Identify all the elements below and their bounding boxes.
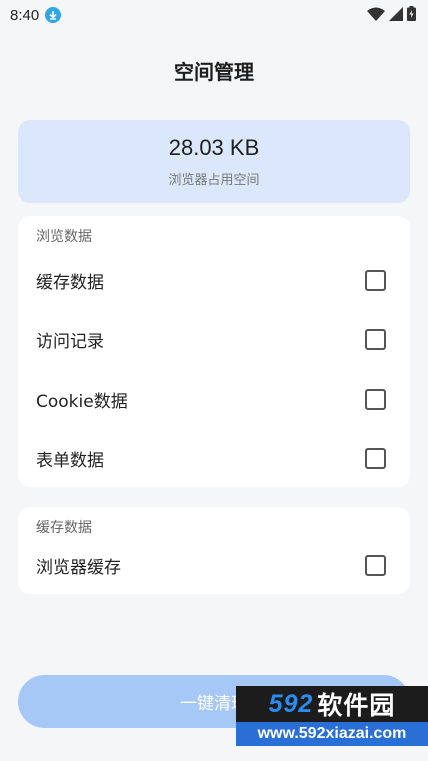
cellular-signal-icon (389, 6, 403, 25)
cache-section-title: 缓存数据 (36, 520, 92, 536)
watermark-url: www.592xiazai.com (236, 722, 428, 746)
cache-data-section: 缓存数据 浏览器缓存 (18, 507, 410, 594)
history-checkbox[interactable] (365, 328, 386, 350)
browse-data-section: 浏览数据 缓存数据 访问记录 Cookie数据 表单数据 (18, 216, 410, 487)
status-bar: 8:40 (0, 0, 428, 30)
storage-summary-card: 28.03 KB 浏览器占用空间 (18, 120, 410, 203)
option-row-cookie[interactable]: Cookie数据 (18, 374, 410, 424)
page-header: 空间管理 (0, 50, 428, 90)
cache-data-checkbox[interactable] (365, 269, 386, 291)
battery-charging-icon (407, 5, 416, 25)
option-row-form-data[interactable]: 表单数据 (18, 433, 410, 483)
option-row-cache-data[interactable]: 缓存数据 (18, 255, 410, 305)
option-row-history[interactable]: 访问记录 (18, 314, 410, 364)
download-arrow-icon (45, 7, 62, 23)
cookie-checkbox[interactable] (365, 388, 386, 410)
storage-label: 浏览器占用空间 (168, 173, 260, 188)
watermark-digits: 592 (268, 689, 314, 718)
page-title: 空间管理 (174, 59, 254, 84)
watermark-logo: 592 软件园 www.592xiazai.com (236, 686, 428, 761)
option-label: Cookie数据 (36, 391, 128, 412)
status-left: 8:40 (10, 6, 62, 24)
storage-size: 28.03 KB (168, 135, 260, 160)
status-time: 8:40 (10, 6, 40, 24)
browser-cache-checkbox[interactable] (365, 554, 386, 576)
option-label: 表单数据 (36, 450, 104, 471)
option-label: 访问记录 (36, 331, 104, 352)
option-label: 缓存数据 (36, 272, 104, 293)
browse-section-title: 浏览数据 (36, 229, 92, 245)
watermark-brand: 592 软件园 (236, 686, 428, 722)
status-right (367, 5, 416, 25)
wifi-icon (367, 6, 385, 25)
option-row-browser-cache[interactable]: 浏览器缓存 (18, 540, 410, 590)
watermark-brand-text: 软件园 (317, 691, 396, 720)
option-label: 浏览器缓存 (36, 557, 121, 578)
form-data-checkbox[interactable] (365, 447, 386, 469)
